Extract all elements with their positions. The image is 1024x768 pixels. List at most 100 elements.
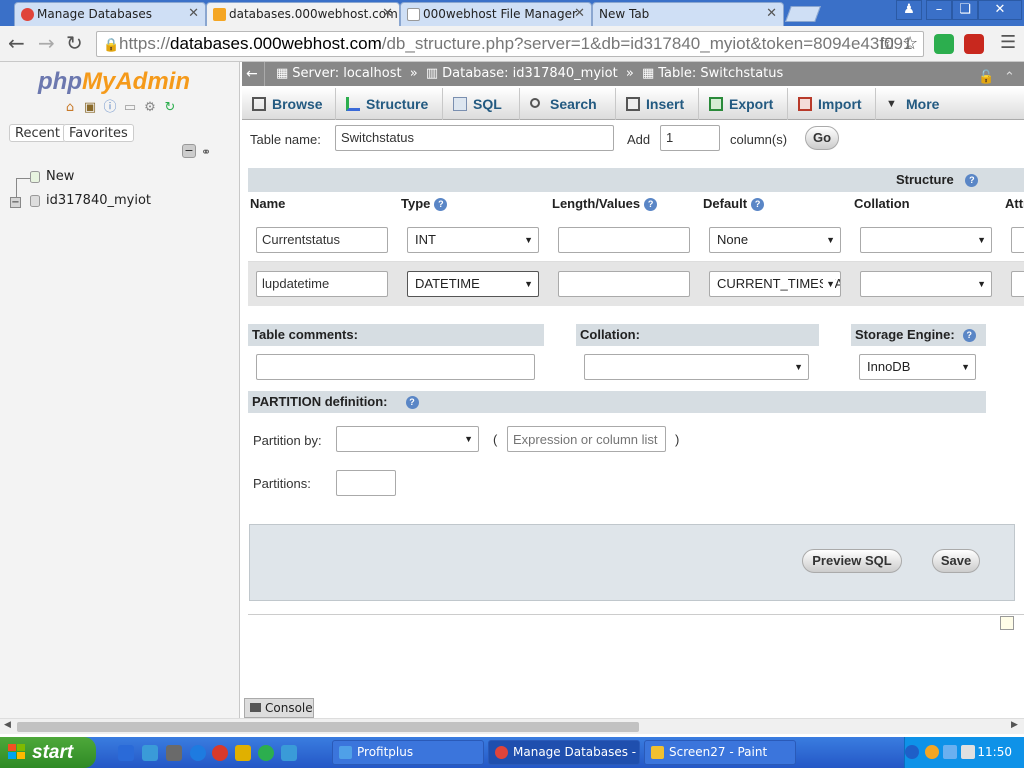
link-with-main-icon[interactable]: ⚭	[201, 145, 211, 159]
back-icon[interactable]: ←	[8, 32, 25, 54]
chevron-left-icon[interactable]	[905, 745, 919, 759]
tab-search[interactable]: Search	[520, 88, 616, 120]
network-icon[interactable]	[943, 745, 957, 759]
favorites-button[interactable]: Favorites	[63, 124, 134, 142]
column-name-input[interactable]: Currentstatus	[256, 227, 388, 253]
taskbar-button-profitplus[interactable]: Profitplus	[332, 740, 484, 765]
help-icon[interactable]: ?	[434, 198, 448, 212]
column-name-input[interactable]: lupdatetime	[256, 271, 388, 297]
bookmark-star-icon[interactable]: ☆	[902, 33, 918, 54]
forward-icon[interactable]: →	[38, 32, 55, 54]
column-default-select[interactable]: None ▼	[709, 227, 841, 253]
help-icon[interactable]: ?	[962, 329, 976, 343]
tab-insert[interactable]: Insert	[616, 88, 699, 120]
clock[interactable]: 11:50	[977, 745, 1012, 759]
add-columns-input[interactable]: 1	[660, 125, 720, 151]
tab-export[interactable]: Export	[699, 88, 788, 120]
close-icon[interactable]: ✕	[574, 6, 585, 21]
media-player-icon[interactable]	[118, 745, 134, 761]
horizontal-scrollbar[interactable]: ◀ ▶	[0, 718, 1024, 734]
url-input[interactable]: 🔒 https://databases.000webhost.com/db_st…	[96, 31, 924, 57]
tab-more[interactable]: ▼ More	[876, 88, 956, 120]
scroll-left-icon[interactable]: ◀	[4, 720, 11, 730]
table-name-input[interactable]: Switchstatus	[335, 125, 614, 151]
partitions-input[interactable]	[336, 470, 396, 496]
tray-app-icon[interactable]	[925, 745, 939, 759]
key-icon[interactable]: ⚿	[882, 35, 893, 53]
partition-by-select[interactable]: ▼	[336, 426, 479, 452]
logout-icon[interactable]: ▣	[82, 100, 98, 116]
column-attributes-select[interactable]	[1011, 227, 1024, 253]
user-icon[interactable]: ♟	[896, 0, 922, 20]
phpmyadmin-logo[interactable]: phpMyAdmin	[38, 68, 190, 96]
collapse-all-icon[interactable]: −	[182, 144, 196, 158]
lock-icon[interactable]: 🔓	[978, 66, 994, 90]
minimize-icon[interactable]: –	[926, 0, 952, 20]
settings-icon[interactable]: ⚙	[142, 100, 158, 116]
help-icon[interactable]: ?	[751, 198, 765, 212]
app-icon[interactable]	[281, 745, 297, 761]
tab-file-manager[interactable]: 000webhost File Manager ✕	[400, 2, 592, 26]
volume-icon[interactable]	[961, 745, 975, 759]
scrollbar-thumb[interactable]	[17, 722, 639, 732]
column-type-select[interactable]: DATETIME ▼	[407, 271, 539, 297]
taskbar-button-paint[interactable]: Screen27 - Paint	[644, 740, 796, 765]
console-tab[interactable]: Console	[244, 698, 314, 718]
column-length-input[interactable]	[558, 227, 690, 253]
preview-sql-button[interactable]: Preview SQL	[802, 549, 902, 573]
help-icon[interactable]: ?	[644, 198, 658, 212]
storage-engine-select[interactable]: InnoDB ▼	[859, 354, 976, 380]
extension-train-icon[interactable]	[964, 34, 984, 54]
app-icon[interactable]	[212, 745, 228, 761]
page-settings-icon[interactable]	[1000, 616, 1014, 630]
help-icon[interactable]: ?	[965, 174, 979, 188]
tab-structure[interactable]: Structure	[336, 88, 443, 120]
tab-browse[interactable]: Browse	[242, 88, 336, 120]
table-comments-input[interactable]	[256, 354, 535, 380]
tab-import[interactable]: Import	[788, 88, 876, 120]
breadcrumb-server[interactable]: Server: localhost	[292, 66, 401, 81]
home-icon[interactable]: ⌂	[62, 100, 78, 116]
menu-icon[interactable]: ☰	[1000, 32, 1016, 53]
column-collation-select[interactable]: ▼	[860, 227, 992, 253]
start-button[interactable]: start	[0, 737, 96, 768]
taskbar-button-manage-databases[interactable]: Manage Databases - ...	[488, 740, 640, 765]
close-icon[interactable]: ✕	[766, 6, 777, 21]
app-icon[interactable]	[235, 745, 251, 761]
tree-item-database[interactable]: id317840_myiot	[30, 193, 151, 208]
tab-manage-databases[interactable]: Manage Databases ✕	[14, 2, 206, 26]
column-attributes-select[interactable]	[1011, 271, 1024, 297]
column-length-input[interactable]	[558, 271, 690, 297]
tab-sql[interactable]: SQL	[443, 88, 520, 120]
partition-expression-input[interactable]	[507, 426, 666, 452]
close-icon[interactable]: ✕	[188, 6, 199, 21]
new-tab-button[interactable]	[785, 6, 821, 22]
save-button[interactable]: Save	[932, 549, 980, 573]
explorer-icon[interactable]	[142, 745, 158, 761]
help-icon[interactable]: ?	[405, 396, 419, 410]
close-icon[interactable]: ✕	[382, 6, 393, 21]
restore-icon[interactable]: ❏	[952, 0, 978, 20]
tree-item-new[interactable]: New	[30, 169, 74, 184]
column-type-select[interactable]: INT ▼	[407, 227, 539, 253]
scroll-right-icon[interactable]: ▶	[1011, 720, 1018, 730]
recent-button[interactable]: Recent	[9, 124, 66, 142]
column-default-select[interactable]: CURRENT_TIMESTAMP▼	[709, 271, 841, 297]
file-icon[interactable]	[166, 745, 182, 761]
docs-icon[interactable]: ▭	[122, 100, 138, 116]
tab-databases-000webhost[interactable]: databases.000webhost.com ✕	[206, 2, 400, 26]
tab-new-tab[interactable]: New Tab ✕	[592, 2, 784, 26]
expand-icon[interactable]: −	[10, 197, 21, 208]
extension-puzzle-icon[interactable]	[934, 34, 954, 54]
ie-icon[interactable]	[190, 745, 206, 761]
table-collation-select[interactable]: ▼	[584, 354, 809, 380]
breadcrumb-database[interactable]: Database: id317840_myiot	[442, 66, 618, 81]
chrome-icon[interactable]	[258, 745, 274, 761]
column-collation-select[interactable]: ▼	[860, 271, 992, 297]
reload-page-icon[interactable]: ↻	[66, 32, 83, 54]
help-icon[interactable]: ⓘ	[102, 100, 118, 116]
go-button[interactable]: Go	[805, 126, 839, 150]
reload-icon[interactable]: ↻	[162, 100, 178, 116]
breadcrumb-table[interactable]: Table: Switchstatus	[658, 66, 783, 81]
window-close-icon[interactable]: ✕	[978, 0, 1022, 20]
